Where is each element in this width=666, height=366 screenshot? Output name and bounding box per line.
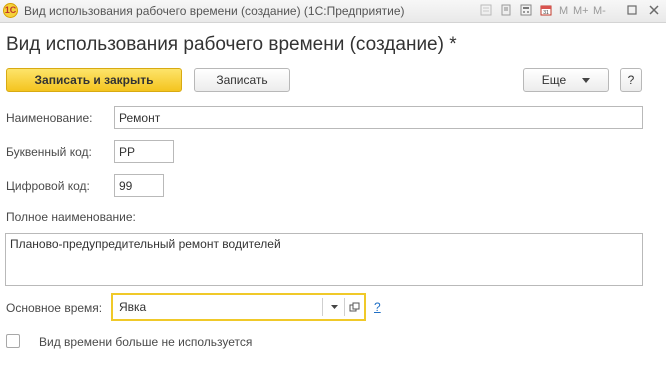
- more-label: Еще: [541, 73, 567, 87]
- letter-code-label: Буквенный код:: [6, 145, 92, 159]
- 1c-logo-icon: 1C: [3, 3, 18, 18]
- main-time-label: Основное время:: [6, 301, 103, 315]
- name-label: Наименование:: [6, 111, 93, 125]
- dropdown-button[interactable]: [325, 297, 343, 317]
- more-menu-button[interactable]: Еще: [523, 68, 609, 92]
- page-title: Вид использования рабочего времени (созд…: [6, 34, 457, 55]
- main-time-select[interactable]: Явка: [111, 293, 366, 321]
- calendar-icon[interactable]: 31: [540, 4, 552, 16]
- main-time-value: Явка: [119, 300, 147, 314]
- link-icon[interactable]: [480, 4, 492, 16]
- letter-code-field[interactable]: [114, 140, 174, 163]
- chevron-down-icon: [330, 305, 338, 309]
- close-icon[interactable]: [648, 4, 660, 16]
- main-time-help-link[interactable]: ?: [374, 300, 381, 314]
- name-field[interactable]: [114, 106, 643, 129]
- memory-plus-button[interactable]: M+: [573, 3, 589, 19]
- svg-text:31: 31: [543, 10, 549, 16]
- restore-icon[interactable]: [626, 4, 638, 16]
- digit-code-field[interactable]: [114, 174, 164, 197]
- calculator-icon[interactable]: [520, 4, 532, 16]
- not-used-checkbox[interactable]: [6, 334, 20, 348]
- memory-minus-button[interactable]: M-: [593, 3, 606, 19]
- memory-button[interactable]: M: [559, 3, 568, 19]
- window-titlebar: 1C Вид использования рабочего времени (с…: [0, 0, 666, 23]
- combo-divider: [322, 298, 323, 316]
- open-button[interactable]: [345, 297, 363, 317]
- print-icon[interactable]: [500, 4, 512, 16]
- full-name-label: Полное наименование:: [6, 210, 136, 224]
- full-name-field[interactable]: Планово-предупредительный ремонт водител…: [5, 233, 643, 286]
- not-used-label[interactable]: Вид времени больше не используется: [39, 335, 252, 349]
- help-button[interactable]: ?: [620, 68, 642, 92]
- open-window-icon: [349, 302, 359, 311]
- save-button[interactable]: Записать: [194, 68, 290, 92]
- chevron-down-icon: [582, 77, 591, 83]
- window-title: Вид использования рабочего времени (созд…: [24, 4, 405, 18]
- save-and-close-button[interactable]: Записать и закрыть: [6, 68, 182, 92]
- digit-code-label: Цифровой код:: [6, 179, 90, 193]
